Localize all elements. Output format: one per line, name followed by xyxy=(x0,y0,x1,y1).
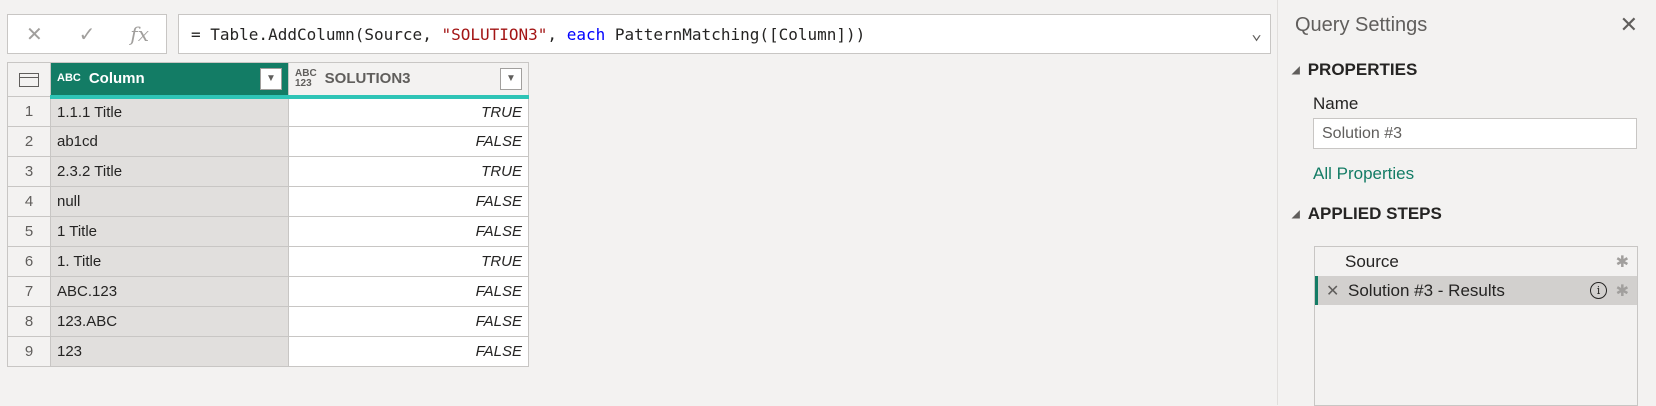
any-type-icon[interactable]: ABC 123 xyxy=(295,68,317,89)
formula-prefix: = Table.AddColumn(Source, xyxy=(191,24,442,44)
cell-column[interactable]: 1 Title xyxy=(50,216,289,247)
query-settings-panel: Query Settings ✕ ◢ PROPERTIES Name All P… xyxy=(1277,0,1656,406)
table-row[interactable]: 2 ab1cd FALSE xyxy=(7,126,529,157)
row-number[interactable]: 2 xyxy=(7,126,51,157)
fx-icon[interactable]: fx xyxy=(120,22,160,46)
cell-column[interactable]: 2.3.2 Title xyxy=(50,156,289,187)
cell-column[interactable]: null xyxy=(50,186,289,217)
formula-mid: , xyxy=(547,24,567,44)
gear-icon[interactable]: ✱ xyxy=(1616,252,1629,272)
gear-icon[interactable]: ✱ xyxy=(1616,281,1629,301)
column-header-label: SOLUTION3 xyxy=(324,70,411,88)
data-grid: ABC Column ▼ ABC 123 SOLUTION3 ▼ 1 1.1.1 … xyxy=(7,62,529,367)
row-number[interactable]: 7 xyxy=(7,276,51,307)
applied-steps-list: Source ✱ ✕ Solution #3 - Results i ✱ xyxy=(1314,246,1638,406)
formula-suffix: PatternMatching([Column])) xyxy=(605,24,866,44)
table-row[interactable]: 9 123 FALSE xyxy=(7,336,529,367)
collapse-triangle-icon[interactable]: ◢ xyxy=(1292,209,1300,220)
column-header-label: Column xyxy=(88,70,145,88)
row-number[interactable]: 6 xyxy=(7,246,51,277)
table-row[interactable]: 6 1. Title TRUE xyxy=(7,246,529,277)
table-menu-button[interactable] xyxy=(7,62,51,97)
table-row[interactable]: 3 2.3.2 Title TRUE xyxy=(7,156,529,187)
any-type-icon-bottom: 123 xyxy=(295,77,312,89)
cell-column[interactable]: 123.ABC xyxy=(50,306,289,337)
cell-column[interactable]: 1. Title xyxy=(50,246,289,277)
step-label: Source xyxy=(1345,251,1399,271)
formula-controls: ✕ ✓ fx xyxy=(7,14,167,54)
step-source[interactable]: Source ✱ xyxy=(1315,247,1637,276)
cell-solution3[interactable]: FALSE xyxy=(288,186,529,217)
cell-column[interactable]: 123 xyxy=(50,336,289,367)
commit-formula-button[interactable]: ✓ xyxy=(67,22,107,47)
row-number[interactable]: 5 xyxy=(7,216,51,247)
properties-section-header[interactable]: ◢ PROPERTIES xyxy=(1292,60,1417,80)
row-number[interactable]: 9 xyxy=(7,336,51,367)
table-row[interactable]: 8 123.ABC FALSE xyxy=(7,306,529,337)
table-row[interactable]: 7 ABC.123 FALSE xyxy=(7,276,529,307)
all-properties-link[interactable]: All Properties xyxy=(1313,164,1414,184)
table-row[interactable]: 1 1.1.1 Title TRUE xyxy=(7,96,529,127)
cell-solution3[interactable]: TRUE xyxy=(288,96,529,127)
applied-steps-heading: APPLIED STEPS xyxy=(1307,204,1442,223)
row-number[interactable]: 3 xyxy=(7,156,51,187)
formula-string: "SOLUTION3" xyxy=(441,24,548,44)
column-header-column[interactable]: ABC Column ▼ xyxy=(50,62,289,99)
row-number[interactable]: 4 xyxy=(7,186,51,217)
cell-solution3[interactable]: FALSE xyxy=(288,276,529,307)
cell-column[interactable]: ABC.123 xyxy=(50,276,289,307)
cell-solution3[interactable]: FALSE xyxy=(288,126,529,157)
table-icon xyxy=(19,72,39,87)
cancel-formula-button[interactable]: ✕ xyxy=(14,22,54,47)
column-filter-button[interactable]: ▼ xyxy=(500,67,522,90)
step-solution-3-results[interactable]: ✕ Solution #3 - Results i ✱ xyxy=(1315,276,1637,305)
row-number[interactable]: 8 xyxy=(7,306,51,337)
panel-title: Query Settings xyxy=(1295,14,1428,36)
query-name-input[interactable] xyxy=(1313,118,1637,149)
text-type-icon[interactable]: ABC xyxy=(57,73,81,84)
step-label: Solution #3 - Results xyxy=(1348,280,1505,300)
cell-column[interactable]: ab1cd xyxy=(50,126,289,157)
info-icon[interactable]: i xyxy=(1590,282,1607,299)
row-number[interactable]: 1 xyxy=(7,96,51,127)
formula-bar[interactable]: = Table.AddColumn(Source, "SOLUTION3", e… xyxy=(178,14,1271,54)
table-row[interactable]: 4 null FALSE xyxy=(7,186,529,217)
table-row[interactable]: 51 Title FALSE xyxy=(7,216,529,247)
cell-solution3[interactable]: TRUE xyxy=(288,246,529,277)
delete-step-icon[interactable]: ✕ xyxy=(1326,281,1339,301)
applied-steps-section-header[interactable]: ◢ APPLIED STEPS xyxy=(1292,204,1442,224)
expand-formula-chevron-icon[interactable]: ⌄ xyxy=(1251,23,1262,44)
cell-solution3[interactable]: TRUE xyxy=(288,156,529,187)
properties-heading: PROPERTIES xyxy=(1307,60,1418,79)
column-filter-button[interactable]: ▼ xyxy=(260,67,282,90)
formula-keyword: each xyxy=(566,24,606,44)
name-label: Name xyxy=(1313,94,1359,113)
cell-solution3[interactable]: FALSE xyxy=(288,336,529,367)
collapse-triangle-icon[interactable]: ◢ xyxy=(1292,65,1300,76)
cell-solution3[interactable]: FALSE xyxy=(288,216,529,247)
cell-solution3[interactable]: FALSE xyxy=(288,306,529,337)
close-icon[interactable]: ✕ xyxy=(1620,12,1638,38)
cell-column[interactable]: 1.1.1 Title xyxy=(50,96,289,127)
column-header-solution3[interactable]: ABC 123 SOLUTION3 ▼ xyxy=(288,62,529,99)
